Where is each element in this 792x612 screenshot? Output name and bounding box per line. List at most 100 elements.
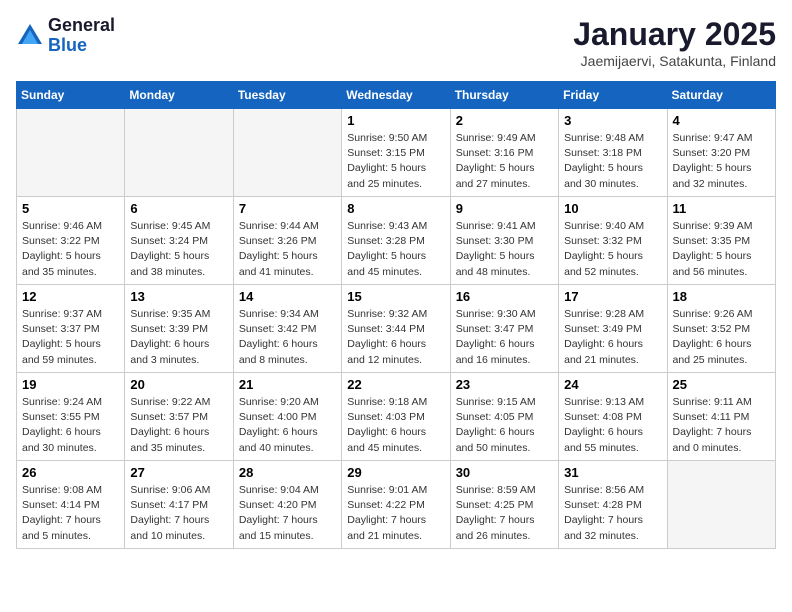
month-title: January 2025 bbox=[573, 16, 776, 53]
day-number: 3 bbox=[564, 113, 661, 128]
weekday-header-wednesday: Wednesday bbox=[342, 82, 450, 109]
logo-blue: Blue bbox=[48, 36, 115, 56]
day-number: 11 bbox=[673, 201, 770, 216]
calendar-cell: 29 Sunrise: 9:01 AMSunset: 4:22 PMDayligh… bbox=[342, 461, 450, 549]
calendar-cell: 30 Sunrise: 8:59 AMSunset: 4:25 PMDayligh… bbox=[450, 461, 558, 549]
logo: General Blue bbox=[16, 16, 115, 56]
day-info: Sunrise: 9:43 AMSunset: 3:28 PMDaylight:… bbox=[347, 219, 444, 280]
day-info: Sunrise: 9:18 AMSunset: 4:03 PMDaylight:… bbox=[347, 395, 444, 456]
day-info: Sunrise: 9:06 AMSunset: 4:17 PMDaylight:… bbox=[130, 483, 227, 544]
calendar-cell: 12Sunrise: 9:37 AMSunset: 3:37 PMDayligh… bbox=[17, 285, 125, 373]
week-row-5: 26 Sunrise: 9:08 AMSunset: 4:14 PMDayligh… bbox=[17, 461, 776, 549]
day-number: 7 bbox=[239, 201, 336, 216]
calendar-cell: 9Sunrise: 9:41 AMSunset: 3:30 PMDaylight… bbox=[450, 197, 558, 285]
day-number: 4 bbox=[673, 113, 770, 128]
day-number: 2 bbox=[456, 113, 553, 128]
day-number: 28 bbox=[239, 465, 336, 480]
day-number: 29 bbox=[347, 465, 444, 480]
weekday-header-sunday: Sunday bbox=[17, 82, 125, 109]
day-info: Sunrise: 8:59 AMSunset: 4:25 PMDaylight:… bbox=[456, 483, 553, 544]
logo-text: General Blue bbox=[48, 16, 115, 56]
calendar-cell: 23Sunrise: 9:15 AMSunset: 4:05 PMDayligh… bbox=[450, 373, 558, 461]
day-number: 6 bbox=[130, 201, 227, 216]
calendar-cell: 7 Sunrise: 9:44 AMSunset: 3:26 PMDaylight… bbox=[233, 197, 341, 285]
logo-general: General bbox=[48, 16, 115, 36]
day-info: Sunrise: 9:45 AMSunset: 3:24 PMDaylight:… bbox=[130, 219, 227, 280]
week-row-4: 19 Sunrise: 9:24 AMSunset: 3:55 PMDayligh… bbox=[17, 373, 776, 461]
day-number: 14 bbox=[239, 289, 336, 304]
day-info: Sunrise: 9:11 AMSunset: 4:11 PMDaylight:… bbox=[673, 395, 770, 456]
day-info: Sunrise: 9:40 AMSunset: 3:32 PMDaylight:… bbox=[564, 219, 661, 280]
day-number: 8 bbox=[347, 201, 444, 216]
calendar-cell: 3 Sunrise: 9:48 AMSunset: 3:18 PMDaylight… bbox=[559, 109, 667, 197]
calendar-cell bbox=[125, 109, 233, 197]
day-info: Sunrise: 9:49 AMSunset: 3:16 PMDaylight:… bbox=[456, 131, 553, 192]
page-header: General Blue January 2025 Jaemijaervi, S… bbox=[16, 16, 776, 69]
day-number: 1 bbox=[347, 113, 444, 128]
day-info: Sunrise: 9:44 AMSunset: 3:26 PMDaylight:… bbox=[239, 219, 336, 280]
calendar-cell: 15Sunrise: 9:32 AMSunset: 3:44 PMDayligh… bbox=[342, 285, 450, 373]
day-info: Sunrise: 9:47 AMSunset: 3:20 PMDaylight:… bbox=[673, 131, 770, 192]
calendar-cell: 16 Sunrise: 9:30 AMSunset: 3:47 PMDayligh… bbox=[450, 285, 558, 373]
weekday-header-row: SundayMondayTuesdayWednesdayThursdayFrid… bbox=[17, 82, 776, 109]
calendar-cell bbox=[667, 461, 775, 549]
calendar-cell: 19 Sunrise: 9:24 AMSunset: 3:55 PMDayligh… bbox=[17, 373, 125, 461]
week-row-1: 1 Sunrise: 9:50 AMSunset: 3:15 PMDaylight… bbox=[17, 109, 776, 197]
calendar-cell: 11 Sunrise: 9:39 AMSunset: 3:35 PMDayligh… bbox=[667, 197, 775, 285]
day-number: 22 bbox=[347, 377, 444, 392]
day-number: 9 bbox=[456, 201, 553, 216]
day-info: Sunrise: 9:35 AMSunset: 3:39 PMDaylight:… bbox=[130, 307, 227, 368]
day-info: Sunrise: 9:26 AMSunset: 3:52 PMDaylight:… bbox=[673, 307, 770, 368]
day-info: Sunrise: 9:50 AMSunset: 3:15 PMDaylight:… bbox=[347, 131, 444, 192]
calendar-cell: 10 Sunrise: 9:40 AMSunset: 3:32 PMDayligh… bbox=[559, 197, 667, 285]
day-info: Sunrise: 9:34 AMSunset: 3:42 PMDaylight:… bbox=[239, 307, 336, 368]
weekday-header-saturday: Saturday bbox=[667, 82, 775, 109]
day-number: 26 bbox=[22, 465, 119, 480]
week-row-2: 5Sunrise: 9:46 AMSunset: 3:22 PMDaylight… bbox=[17, 197, 776, 285]
day-info: Sunrise: 9:28 AMSunset: 3:49 PMDaylight:… bbox=[564, 307, 661, 368]
title-section: January 2025 Jaemijaervi, Satakunta, Fin… bbox=[573, 16, 776, 69]
day-number: 25 bbox=[673, 377, 770, 392]
day-number: 20 bbox=[130, 377, 227, 392]
day-number: 21 bbox=[239, 377, 336, 392]
calendar-body: 1 Sunrise: 9:50 AMSunset: 3:15 PMDaylight… bbox=[17, 109, 776, 549]
calendar-cell: 28Sunrise: 9:04 AMSunset: 4:20 PMDayligh… bbox=[233, 461, 341, 549]
calendar-table: SundayMondayTuesdayWednesdayThursdayFrid… bbox=[16, 81, 776, 549]
calendar-cell: 21 Sunrise: 9:20 AMSunset: 4:00 PMDayligh… bbox=[233, 373, 341, 461]
day-number: 30 bbox=[456, 465, 553, 480]
day-number: 5 bbox=[22, 201, 119, 216]
day-number: 17 bbox=[564, 289, 661, 304]
day-number: 23 bbox=[456, 377, 553, 392]
day-number: 24 bbox=[564, 377, 661, 392]
day-number: 31 bbox=[564, 465, 661, 480]
day-number: 16 bbox=[456, 289, 553, 304]
day-info: Sunrise: 9:24 AMSunset: 3:55 PMDaylight:… bbox=[22, 395, 119, 456]
calendar-cell: 4 Sunrise: 9:47 AMSunset: 3:20 PMDaylight… bbox=[667, 109, 775, 197]
day-info: Sunrise: 9:08 AMSunset: 4:14 PMDaylight:… bbox=[22, 483, 119, 544]
calendar-cell bbox=[233, 109, 341, 197]
day-number: 10 bbox=[564, 201, 661, 216]
calendar-cell: 1 Sunrise: 9:50 AMSunset: 3:15 PMDaylight… bbox=[342, 109, 450, 197]
day-info: Sunrise: 9:30 AMSunset: 3:47 PMDaylight:… bbox=[456, 307, 553, 368]
day-info: Sunrise: 9:39 AMSunset: 3:35 PMDaylight:… bbox=[673, 219, 770, 280]
calendar-header: SundayMondayTuesdayWednesdayThursdayFrid… bbox=[17, 82, 776, 109]
weekday-header-monday: Monday bbox=[125, 82, 233, 109]
day-info: Sunrise: 9:01 AMSunset: 4:22 PMDaylight:… bbox=[347, 483, 444, 544]
day-info: Sunrise: 9:48 AMSunset: 3:18 PMDaylight:… bbox=[564, 131, 661, 192]
day-number: 12 bbox=[22, 289, 119, 304]
day-number: 15 bbox=[347, 289, 444, 304]
day-info: Sunrise: 9:22 AMSunset: 3:57 PMDaylight:… bbox=[130, 395, 227, 456]
calendar-cell: 26 Sunrise: 9:08 AMSunset: 4:14 PMDayligh… bbox=[17, 461, 125, 549]
calendar-cell: 8 Sunrise: 9:43 AMSunset: 3:28 PMDaylight… bbox=[342, 197, 450, 285]
calendar-cell: 24Sunrise: 9:13 AMSunset: 4:08 PMDayligh… bbox=[559, 373, 667, 461]
weekday-header-friday: Friday bbox=[559, 82, 667, 109]
calendar-cell: 14 Sunrise: 9:34 AMSunset: 3:42 PMDayligh… bbox=[233, 285, 341, 373]
day-number: 19 bbox=[22, 377, 119, 392]
weekday-header-thursday: Thursday bbox=[450, 82, 558, 109]
calendar-cell: 5Sunrise: 9:46 AMSunset: 3:22 PMDaylight… bbox=[17, 197, 125, 285]
day-info: Sunrise: 9:20 AMSunset: 4:00 PMDaylight:… bbox=[239, 395, 336, 456]
calendar-cell: 2 Sunrise: 9:49 AMSunset: 3:16 PMDaylight… bbox=[450, 109, 558, 197]
calendar-cell: 6 Sunrise: 9:45 AMSunset: 3:24 PMDaylight… bbox=[125, 197, 233, 285]
location: Jaemijaervi, Satakunta, Finland bbox=[573, 53, 776, 69]
calendar-cell: 17 Sunrise: 9:28 AMSunset: 3:49 PMDayligh… bbox=[559, 285, 667, 373]
